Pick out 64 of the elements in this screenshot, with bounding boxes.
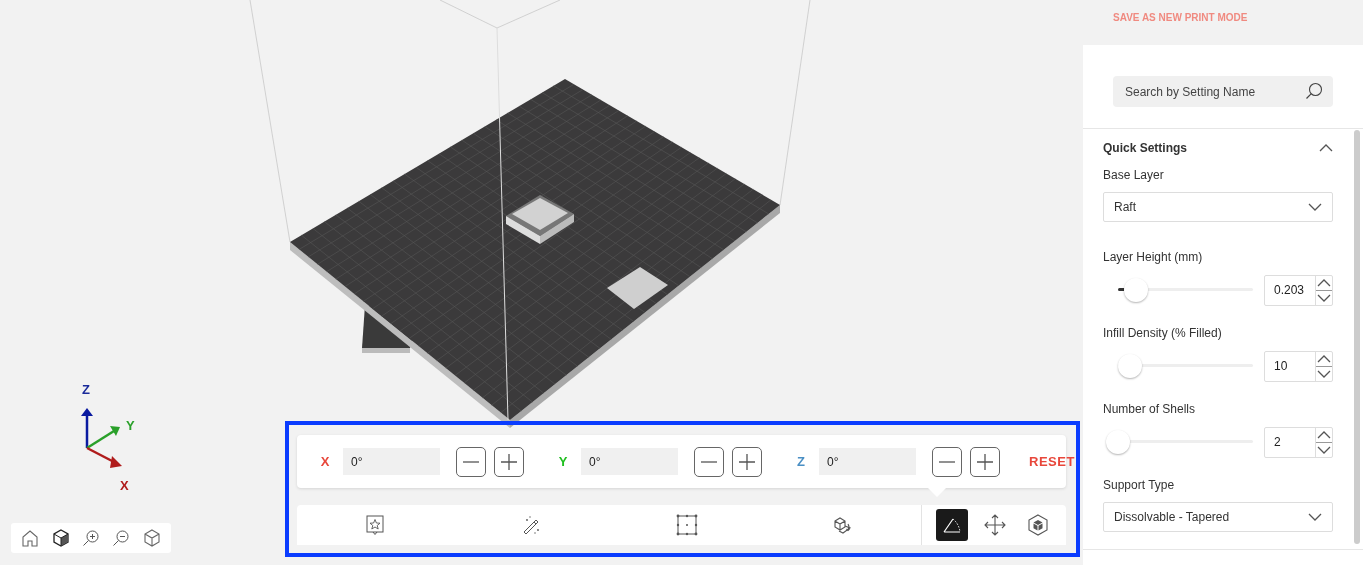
move-arrows-icon xyxy=(984,514,1006,536)
axis-label: Z xyxy=(796,454,806,469)
setting-label: Support Type xyxy=(1103,478,1176,492)
magic-wand-icon xyxy=(523,516,539,535)
setting-label: Base Layer xyxy=(1103,168,1165,182)
chevron-up-icon xyxy=(1317,430,1331,439)
setting-label: Number of Shells xyxy=(1103,402,1197,416)
chevron-up-icon xyxy=(1317,354,1331,363)
reset-button[interactable]: RESET xyxy=(1029,454,1075,469)
zoom-in-icon xyxy=(81,529,100,547)
axis-label: Y xyxy=(557,454,569,469)
tool-button[interactable] xyxy=(936,509,968,541)
collapse-button[interactable] xyxy=(1319,144,1333,152)
plus-icon xyxy=(500,452,518,471)
angle-icon xyxy=(943,518,961,533)
number-input[interactable]: 10 xyxy=(1264,350,1333,382)
setting-label: Layer Height (mm) xyxy=(1103,250,1204,264)
axis-label: X xyxy=(319,454,331,469)
increase-button[interactable] xyxy=(494,446,524,477)
cube-outline-icon xyxy=(142,529,161,547)
cube-arrow-icon xyxy=(834,517,852,534)
number-input[interactable]: 2 xyxy=(1264,426,1333,458)
angle-input[interactable]: 0° xyxy=(581,448,678,475)
plus-icon xyxy=(738,452,756,471)
angle-input[interactable]: 0° xyxy=(343,448,440,475)
minus-icon xyxy=(463,460,479,463)
axis-label: Z xyxy=(82,382,90,397)
star-frame-icon xyxy=(366,515,384,535)
setting-label: Infill Density (% Filled) xyxy=(1103,326,1223,340)
slider-thumb[interactable] xyxy=(1106,430,1130,454)
minus-icon xyxy=(701,460,717,463)
plus-icon xyxy=(976,452,994,471)
chevron-down-icon xyxy=(1308,203,1322,211)
zoom-out-icon xyxy=(112,529,131,547)
slider-thumb[interactable] xyxy=(1118,354,1143,378)
decrease-button[interactable] xyxy=(694,446,724,477)
home-icon xyxy=(21,529,40,547)
axis-label: X xyxy=(120,478,129,490)
chevron-down-icon xyxy=(1308,513,1322,521)
axis-label: Y xyxy=(126,418,135,433)
slider[interactable] xyxy=(1106,429,1253,455)
chevron-down-icon xyxy=(1317,369,1331,378)
increase-button[interactable] xyxy=(970,446,1000,477)
angle-input[interactable]: 0° xyxy=(819,448,916,475)
section-title: Quick Settings xyxy=(1103,141,1188,155)
chevron-up-icon xyxy=(1319,144,1333,152)
search-field[interactable]: Search by Setting Name xyxy=(1113,76,1333,107)
decrease-button[interactable] xyxy=(932,446,962,477)
bounding-box-icon xyxy=(676,514,698,536)
scrollbar[interactable] xyxy=(1354,130,1360,544)
chevron-up-icon xyxy=(1317,278,1331,287)
cube-hexagon-icon xyxy=(1028,514,1048,536)
minus-icon xyxy=(939,460,955,463)
cube-icon xyxy=(51,529,70,547)
chevron-down-icon xyxy=(1317,445,1331,454)
increase-button[interactable] xyxy=(732,446,762,477)
decrease-button[interactable] xyxy=(456,446,486,477)
chevron-down-icon xyxy=(1317,293,1331,302)
search-icon xyxy=(1305,82,1323,100)
slider-thumb[interactable] xyxy=(1124,278,1149,302)
axis-gizmo-drawing xyxy=(81,408,122,468)
dropdown[interactable]: Raft xyxy=(1103,192,1333,222)
number-input[interactable]: 0.203 xyxy=(1264,274,1333,306)
dropdown[interactable]: Dissolvable - Tapered xyxy=(1103,502,1333,532)
